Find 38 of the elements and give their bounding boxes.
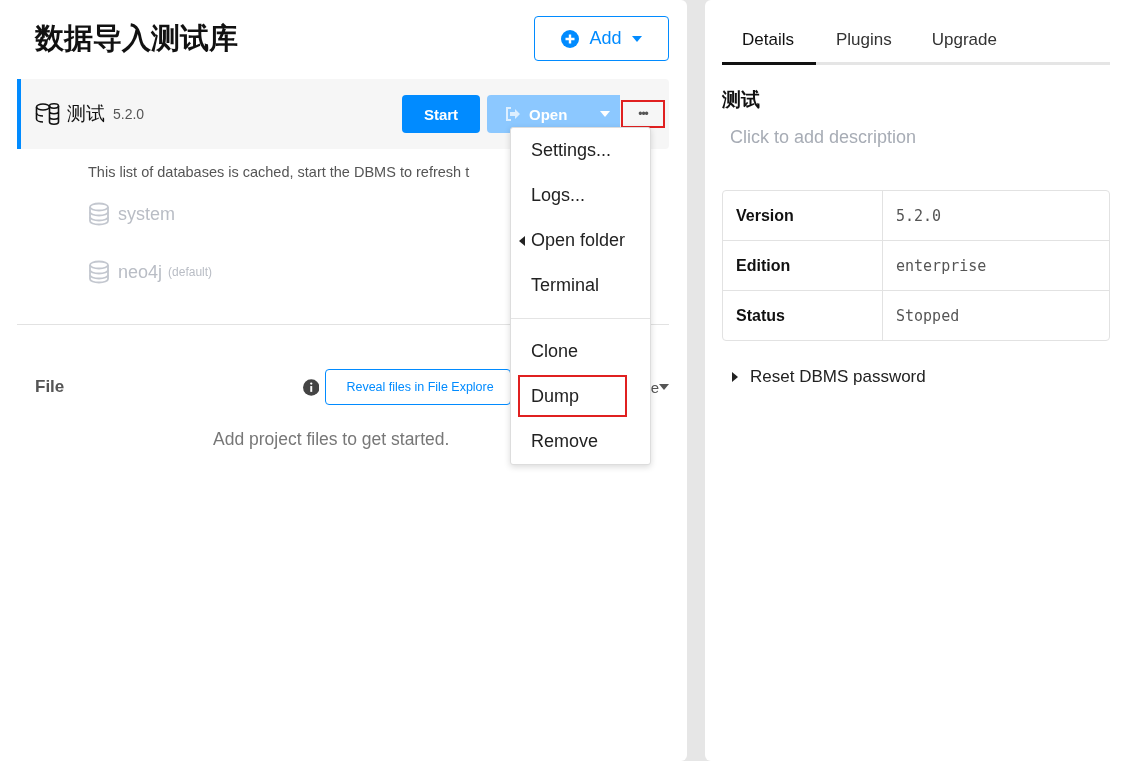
exit-icon xyxy=(505,107,521,121)
tab[interactable]: Upgrade xyxy=(911,18,1017,65)
menu-item[interactable]: Terminal xyxy=(511,263,650,308)
file-label: File xyxy=(35,377,66,397)
menu-item[interactable]: Logs... xyxy=(511,173,650,218)
table-cell: Edition xyxy=(723,241,883,291)
more-button[interactable]: ••• xyxy=(621,100,665,128)
caret-left-icon xyxy=(519,236,525,246)
info-icon xyxy=(302,378,320,396)
databases-icon xyxy=(35,102,61,126)
table-cell: enterprise xyxy=(883,241,1109,291)
reveal-files-button[interactable]: Reveal files in File Explore xyxy=(325,369,511,405)
project-title: 数据导入测试库 xyxy=(35,20,238,56)
empty-files-text: Add project files to get started. xyxy=(213,429,450,450)
caret-right-icon xyxy=(732,372,738,382)
dbms-name: 测试 xyxy=(67,102,105,126)
dbms-heading: 测试 xyxy=(722,88,761,112)
caret-down-icon xyxy=(631,35,642,42)
menu-item[interactable]: Dump xyxy=(518,375,627,417)
table-cell: Status xyxy=(723,291,883,340)
dbms-version: 5.2.0 xyxy=(113,106,145,122)
caret-down-icon xyxy=(600,111,610,117)
table-cell: Version xyxy=(723,191,883,241)
database-icon xyxy=(88,202,110,226)
sort-dropdown[interactable]: e xyxy=(650,378,659,396)
cached-notice: This list of databases is cached, start the DBMS to refresh t xyxy=(88,164,470,180)
caret-down-icon xyxy=(659,384,669,390)
menu-item[interactable]: Remove xyxy=(511,419,650,464)
default-tag: (default) xyxy=(168,265,213,279)
table-cell-text: Stopped xyxy=(895,305,961,327)
tab[interactable]: Plugins xyxy=(815,18,912,65)
database-icon xyxy=(88,260,110,284)
menu-item[interactable]: Open folder xyxy=(511,218,650,263)
menu-item[interactable]: Clone xyxy=(511,329,650,374)
plus-circle-icon xyxy=(561,29,580,48)
table-cell: 5.2.0 xyxy=(883,191,1109,241)
reset-password-toggle[interactable]: Reset DBMS password xyxy=(750,367,926,387)
tab[interactable]: Details xyxy=(722,18,816,65)
